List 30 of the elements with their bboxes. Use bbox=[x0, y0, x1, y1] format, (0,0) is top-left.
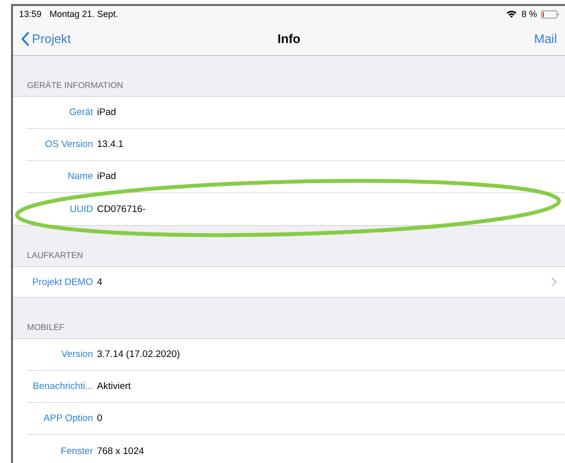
section-header: MOBILEF bbox=[27, 322, 64, 332]
row-label: APP Option bbox=[42, 413, 93, 424]
row-label: OS Version bbox=[44, 139, 93, 150]
battery-icon bbox=[541, 10, 559, 18]
row-label: Version bbox=[60, 349, 93, 360]
row-value: 4 bbox=[97, 276, 102, 288]
row-value: CD076716- bbox=[97, 204, 146, 214]
back-button[interactable]: Projekt bbox=[21, 32, 101, 46]
row-label: Projekt DEMO bbox=[31, 276, 93, 288]
battery-percent: 8 % bbox=[521, 9, 537, 19]
row-value: 0 bbox=[97, 413, 102, 424]
row-value: Aktiviert bbox=[97, 381, 131, 392]
row-label: Name bbox=[66, 171, 93, 182]
row-label: Benachrichti... bbox=[32, 381, 93, 392]
row-value: 3.7.14 (17.02.2020) bbox=[97, 349, 180, 360]
status-date: Montag 21. Sept. bbox=[50, 9, 118, 19]
section-header: LAUFKARTEN bbox=[27, 250, 84, 260]
row-value: 768 x 1024 bbox=[97, 446, 144, 456]
chevron-left-icon bbox=[21, 32, 29, 46]
row-label: Fenster bbox=[60, 446, 93, 456]
row-label: Gerät bbox=[68, 107, 93, 118]
row-value: 13.4.1 bbox=[97, 139, 124, 150]
row-value: iPad bbox=[97, 107, 116, 118]
section-header: GERÄTE INFORMATION bbox=[27, 80, 124, 90]
row-label: UUID bbox=[68, 204, 93, 214]
nav-title: Info bbox=[278, 32, 300, 46]
mail-button[interactable]: Mail bbox=[476, 32, 557, 46]
wifi-icon bbox=[506, 10, 518, 18]
status-time: 13:59 bbox=[19, 9, 42, 19]
row-value: iPad bbox=[97, 171, 116, 182]
